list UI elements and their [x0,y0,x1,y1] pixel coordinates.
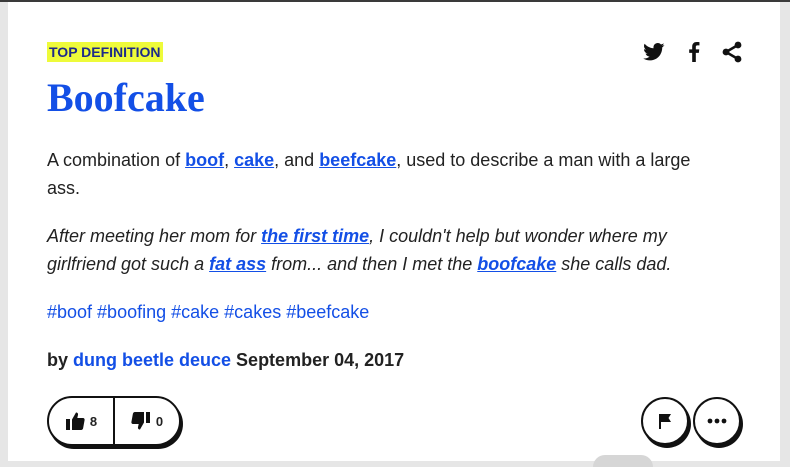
thumbs-up-icon [65,412,85,430]
meaning-text: A combination of [47,150,186,170]
upvote-button[interactable]: 8 [49,398,113,444]
definition-meaning: A combination of boof, cake, and beefcak… [47,146,727,202]
upvote-count: 8 [89,413,98,429]
definition-example: After meeting her mom for the first time… [47,222,727,278]
post-date: September 04, 2017 [231,350,405,370]
share-button[interactable] [721,40,743,64]
tag-link[interactable]: #boofing [97,302,166,322]
example-text: from... and then I met the [266,254,478,274]
downvote-count: 0 [155,413,164,429]
thumbs-down-icon [131,412,150,430]
link-boof[interactable]: boof [185,150,224,170]
tag-link[interactable]: #beefcake [286,302,369,322]
twitter-share-button[interactable] [643,40,665,64]
tag-link[interactable]: #cake [171,302,219,322]
flag-icon [659,414,671,429]
word-title[interactable]: Boofcake [47,72,205,124]
share-icon [722,41,742,63]
link-boofcake[interactable]: boofcake [477,254,556,274]
byline-prefix: by [47,350,74,370]
tag-link[interactable]: #cakes [224,302,281,322]
facebook-icon [689,42,700,62]
tag-link[interactable]: #boof [47,302,92,322]
example-text: she calls dad. [556,254,672,274]
byline: by dung beetle deuce September 04, 2017 [47,346,404,374]
tag-list: #boof #boofing #cake #cakes #beefcake [47,298,374,326]
definition-card: TOP DEFINITION Boofcake A combination of… [8,2,780,467]
more-icon [707,418,727,424]
link-fat-ass[interactable]: fat ass [209,254,266,274]
flag-button[interactable] [641,397,689,445]
top-definition-badge: TOP DEFINITION [47,42,163,62]
link-the-first-time[interactable]: the first time [261,226,369,246]
more-options-button[interactable] [693,397,741,445]
twitter-icon [643,43,665,61]
next-section-peek [593,455,653,467]
meaning-text: , [224,150,235,170]
facebook-share-button[interactable] [688,40,700,64]
vote-group: 8 0 [47,396,181,446]
author-link[interactable]: dung beetle deuce [73,350,231,370]
downvote-button[interactable]: 0 [115,398,179,444]
meaning-text: , and [274,150,320,170]
link-cake[interactable]: cake [234,150,274,170]
example-text: After meeting her mom for [47,226,262,246]
link-beefcake[interactable]: beefcake [319,150,396,170]
